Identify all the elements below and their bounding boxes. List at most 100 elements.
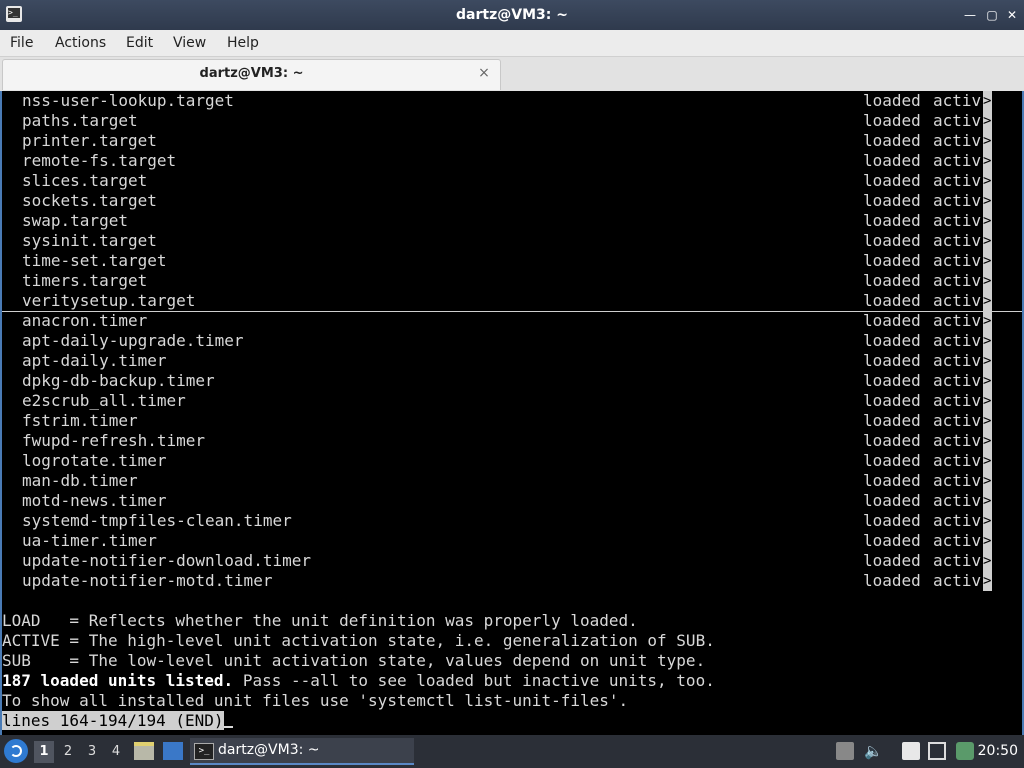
files-icon[interactable] (902, 742, 920, 760)
truncation-marker: > (983, 171, 992, 191)
unit-name: swap.target (22, 211, 128, 230)
unit-row: slices.target loaded activ > (2, 171, 1018, 191)
volume-icon[interactable]: 🔈 (864, 742, 883, 760)
unit-name: man-db.timer (22, 471, 138, 490)
unit-row: ua-timer.timer loaded activ > (2, 531, 1018, 551)
truncation-marker: > (983, 371, 992, 391)
unit-name: e2scrub_all.timer (22, 391, 186, 410)
truncation-marker: > (983, 151, 992, 171)
menu-edit[interactable]: Edit (126, 30, 153, 56)
truncation-marker: > (983, 271, 992, 291)
truncation-marker: > (983, 291, 992, 311)
truncation-marker: > (983, 471, 992, 491)
unit-load: loaded (863, 271, 921, 290)
terminal-output[interactable]: nss-user-lookup.target loaded activ > paths.… (0, 91, 1024, 735)
truncation-marker: > (983, 511, 992, 531)
window-titlebar: >_ dartz@VM3: ~ — ▢ ✕ (0, 0, 1024, 30)
unit-active: activ (933, 131, 982, 150)
unit-active: activ (933, 431, 982, 450)
unit-load: loaded (863, 451, 921, 470)
unit-load: loaded (863, 531, 921, 550)
unit-row: logrotate.timer loaded activ > (2, 451, 1018, 471)
unit-load: loaded (863, 251, 921, 270)
unit-name: motd-news.timer (22, 491, 167, 510)
unit-row: motd-news.timer loaded activ > (2, 491, 1018, 511)
legend-sub: SUB = The low-level unit activation stat… (2, 651, 706, 670)
unit-active: activ (933, 291, 982, 310)
show-desktop-icon[interactable] (163, 742, 183, 760)
truncation-marker: > (983, 131, 992, 151)
file-manager-icon[interactable] (134, 742, 154, 760)
unit-load: loaded (863, 331, 921, 350)
unit-row: systemd-tmpfiles-clean.timer loaded activ > (2, 511, 1018, 531)
truncation-marker: > (983, 451, 992, 471)
unit-active: activ (933, 171, 982, 190)
taskbar: 1 2 3 4 >_ dartz@VM3: ~ 🔈 20:50 (0, 735, 1024, 768)
unit-name: logrotate.timer (22, 451, 167, 470)
truncation-marker: > (983, 231, 992, 251)
minimize-icon[interactable]: — (962, 7, 978, 23)
units-count-hint: Pass --all to see loaded but inactive un… (233, 671, 715, 690)
unit-name: slices.target (22, 171, 148, 190)
unit-row: fstrim.timer loaded activ > (2, 411, 1018, 431)
pager-status-line: lines 164-194/194 (END) (2, 711, 233, 731)
unit-load: loaded (863, 571, 921, 590)
unit-load: loaded (863, 411, 921, 430)
legend-load: LOAD = Reflects whether the unit definit… (2, 611, 638, 630)
menu-bar: File Actions Edit View Help (0, 30, 1024, 57)
unit-load: loaded (863, 111, 921, 130)
text-cursor (223, 726, 233, 728)
unit-load: loaded (863, 151, 921, 170)
unit-name: update-notifier-motd.timer (22, 571, 273, 590)
unit-load: loaded (863, 471, 921, 490)
maximize-icon[interactable]: ▢ (984, 7, 1000, 23)
truncation-marker: > (983, 311, 992, 331)
unit-active: activ (933, 551, 982, 570)
unit-name: timers.target (22, 271, 148, 290)
unit-name: systemd-tmpfiles-clean.timer (22, 511, 292, 530)
truncation-marker: > (983, 251, 992, 271)
tab-close-icon[interactable]: × (476, 64, 492, 82)
menu-view[interactable]: View (173, 30, 206, 56)
workspace-2[interactable]: 2 (58, 741, 78, 763)
workspace-4[interactable]: 4 (106, 741, 126, 763)
unit-row: dpkg-db-backup.timer loaded activ > (2, 371, 1018, 391)
unit-load: loaded (863, 291, 921, 310)
menu-file[interactable]: File (10, 30, 33, 56)
start-menu-icon[interactable] (4, 739, 28, 763)
unit-name: update-notifier-download.timer (22, 551, 311, 570)
tab-bar: dartz@VM3: ~ × (0, 57, 1024, 91)
unit-name: printer.target (22, 131, 157, 150)
unit-active: activ (933, 371, 982, 390)
unit-active: activ (933, 511, 982, 530)
pager-status: lines 164-194/194 (END) (2, 711, 224, 730)
unit-active: activ (933, 351, 982, 370)
unit-row: paths.target loaded activ > (2, 111, 1018, 131)
unit-row: anacron.timer loaded activ > (2, 311, 1018, 331)
unit-name: ua-timer.timer (22, 531, 157, 550)
unit-name: anacron.timer (22, 311, 148, 330)
close-icon[interactable]: ✕ (1004, 7, 1020, 23)
unit-name: sockets.target (22, 191, 157, 210)
truncation-marker: > (983, 111, 992, 131)
truncation-marker: > (983, 331, 992, 351)
taskbar-task-terminal[interactable]: >_ dartz@VM3: ~ (190, 738, 414, 765)
unit-active: activ (933, 411, 982, 430)
update-icon[interactable] (956, 742, 974, 760)
unit-name: dpkg-db-backup.timer (22, 371, 215, 390)
unit-active: activ (933, 491, 982, 510)
unit-name: time-set.target (22, 251, 167, 270)
task-label: dartz@VM3: ~ (218, 742, 320, 758)
tab-terminal[interactable]: dartz@VM3: ~ × (2, 59, 501, 90)
unit-active: activ (933, 271, 982, 290)
menu-actions[interactable]: Actions (55, 30, 106, 56)
tab-label: dartz@VM3: ~ (199, 66, 304, 81)
units-count: 187 loaded units listed. (2, 671, 234, 690)
workspace-3[interactable]: 3 (82, 741, 102, 763)
clipboard-icon[interactable] (836, 742, 854, 760)
unit-load: loaded (863, 391, 921, 410)
network-icon[interactable] (928, 742, 946, 760)
unit-active: activ (933, 251, 982, 270)
menu-help[interactable]: Help (227, 30, 259, 56)
workspace-1[interactable]: 1 (34, 741, 54, 763)
